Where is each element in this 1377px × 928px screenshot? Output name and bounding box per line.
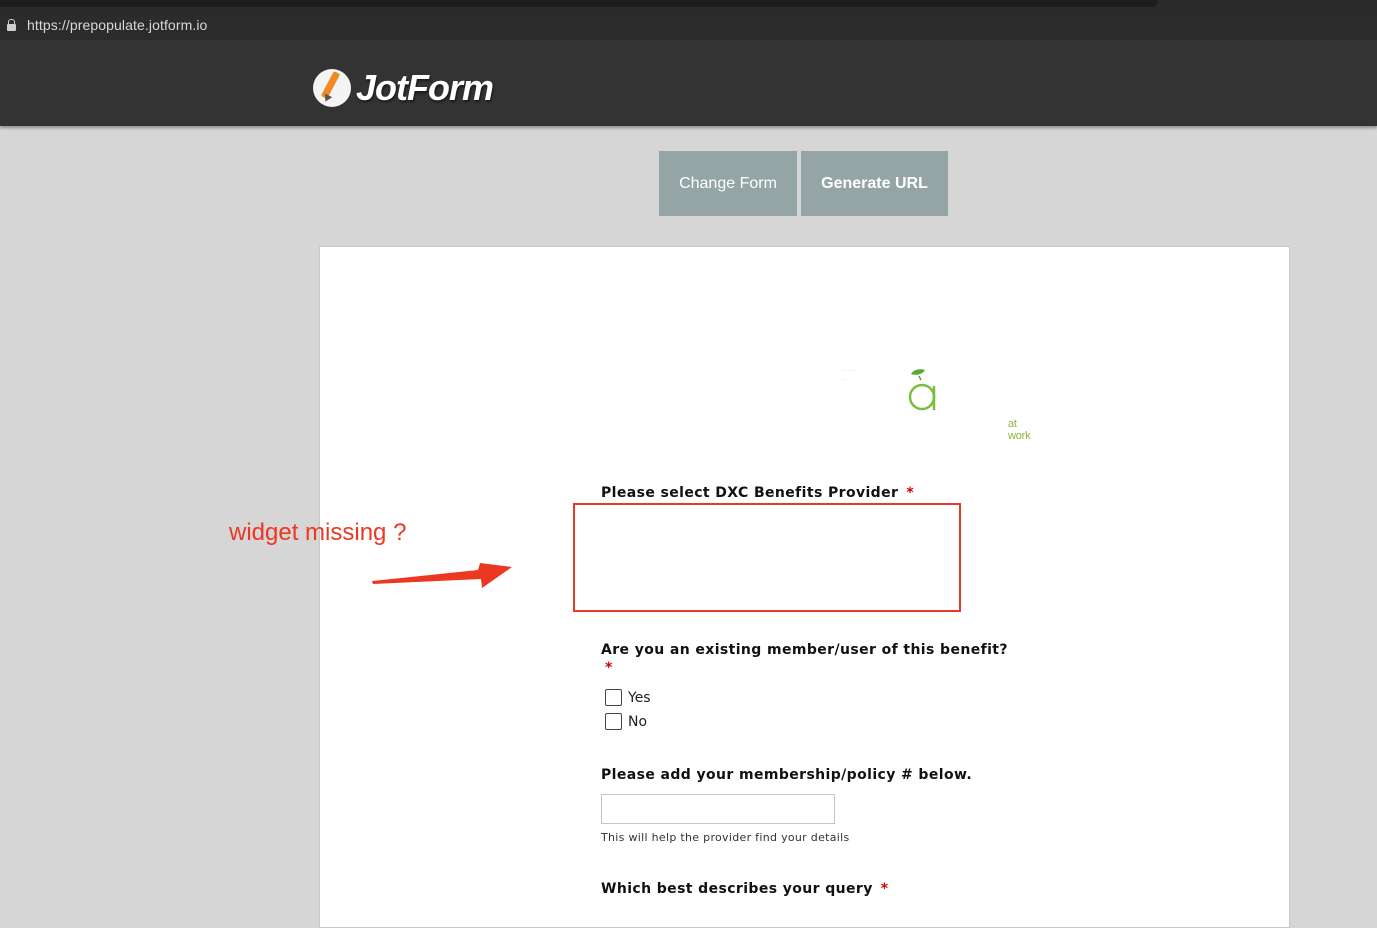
question-existing-member-label: Are you an existing member/user of this … xyxy=(601,642,1008,658)
pencil-logo-icon xyxy=(313,69,351,107)
option-yes[interactable]: Yes xyxy=(605,689,651,706)
browser-tab-strip xyxy=(0,0,1377,11)
question-membership-label: Please add your membership/policy # belo… xyxy=(601,767,973,783)
brand-tagline: at work xyxy=(1008,418,1031,442)
annotation-arrow-icon xyxy=(372,563,512,588)
address-bar[interactable]: https://prepopulate.jotform.io xyxy=(0,11,1377,40)
lock-icon xyxy=(7,19,16,31)
option-no[interactable]: No xyxy=(605,713,647,730)
membership-hint: This will help the provider find your de… xyxy=(601,831,850,844)
url-text[interactable]: https://prepopulate.jotform.io xyxy=(27,17,207,33)
generate-url-button[interactable]: Generate URL xyxy=(801,151,948,216)
option-label: Yes xyxy=(628,689,651,706)
change-form-button[interactable]: Change Form xyxy=(659,151,797,216)
required-asterisk: * xyxy=(880,881,889,897)
app-header: JotForm xyxy=(0,40,1377,126)
brand-faint-text: ····· ·· xyxy=(842,366,856,384)
checkbox-no[interactable] xyxy=(605,713,622,730)
question-query-label: Which best describes your query * xyxy=(601,881,888,897)
membership-number-input[interactable] xyxy=(601,794,835,824)
question-text: Which best describes your query xyxy=(601,881,873,897)
jotform-logo[interactable]: JotForm xyxy=(313,67,494,108)
browser-tab[interactable] xyxy=(0,0,1158,7)
required-asterisk: * xyxy=(605,660,613,676)
logo-text: JotForm xyxy=(356,67,494,108)
apple-a-logo-icon xyxy=(908,369,936,411)
required-asterisk: * xyxy=(906,485,915,501)
checkbox-yes[interactable] xyxy=(605,689,622,706)
annotation-text: widget missing ? xyxy=(229,519,407,546)
missing-widget-highlight xyxy=(573,503,961,612)
option-label: No xyxy=(628,713,648,730)
question-text: Please select DXC Benefits Provider xyxy=(601,485,899,501)
question-provider-label: Please select DXC Benefits Provider * xyxy=(601,485,914,501)
